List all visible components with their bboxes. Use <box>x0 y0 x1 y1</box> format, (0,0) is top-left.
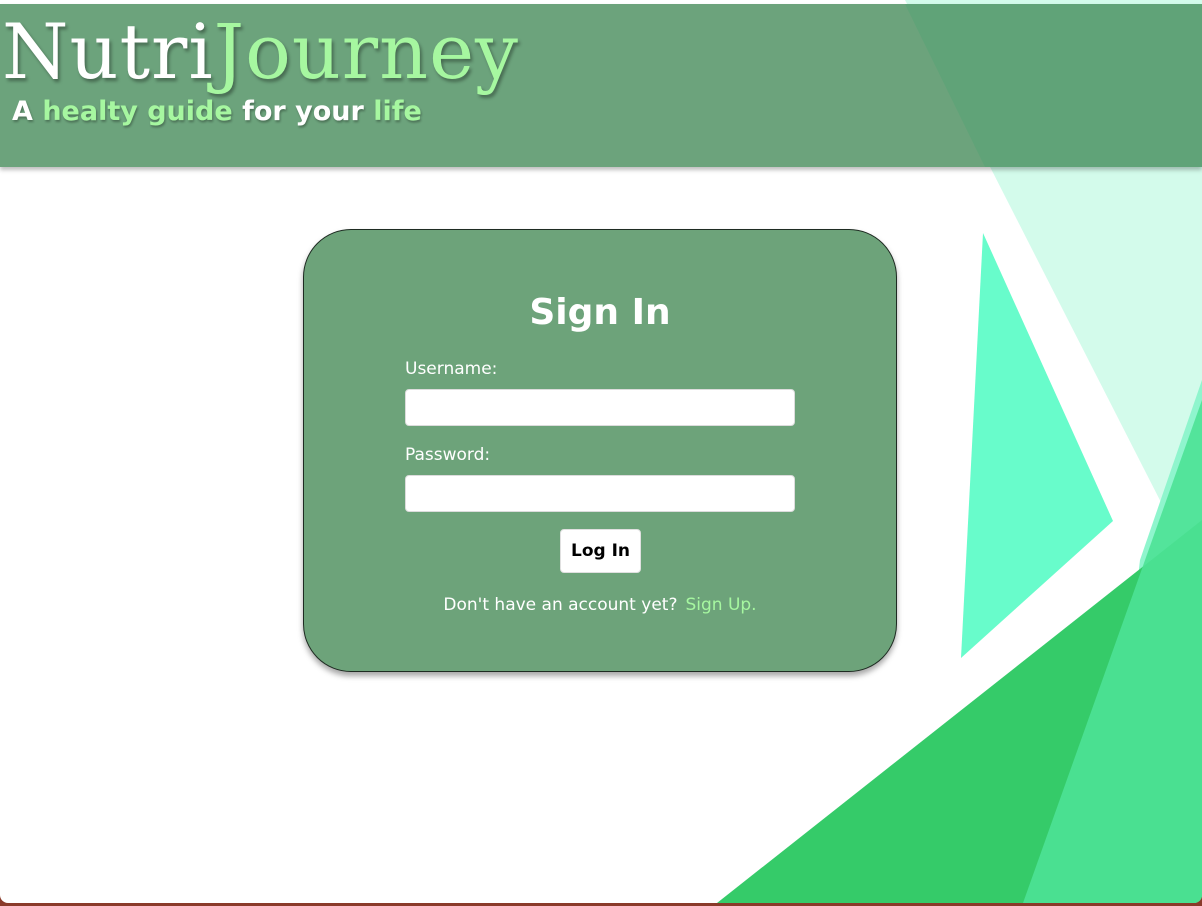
logo-nutri: Nutri <box>2 7 214 96</box>
username-label: Username: <box>405 359 498 379</box>
password-label: Password: <box>405 445 491 465</box>
no-account-text: Don't have an account yet? <box>443 595 678 615</box>
tagline-a: A <box>12 96 33 127</box>
logo-journey: Journey <box>213 7 519 96</box>
tagline-healty-guide: healty guide <box>42 96 233 127</box>
logo: NutriJourney <box>2 14 519 90</box>
tagline: A healty guide for your life <box>12 96 422 127</box>
tagline-for-your: for your <box>242 96 364 127</box>
signin-card: Sign In Username: Password: Log In Don't… <box>303 229 897 672</box>
login-button[interactable]: Log In <box>560 529 641 573</box>
signin-title: Sign In <box>529 292 671 333</box>
signup-row: Don't have an account yet? Sign Up. <box>304 595 896 615</box>
username-input[interactable] <box>405 389 795 426</box>
page: NutriJourney A healty guide for your lif… <box>0 0 1202 903</box>
signup-link[interactable]: Sign Up. <box>685 595 756 615</box>
password-input[interactable] <box>405 475 795 512</box>
tagline-life: life <box>373 96 422 127</box>
header: NutriJourney A healty guide for your lif… <box>0 4 1202 167</box>
